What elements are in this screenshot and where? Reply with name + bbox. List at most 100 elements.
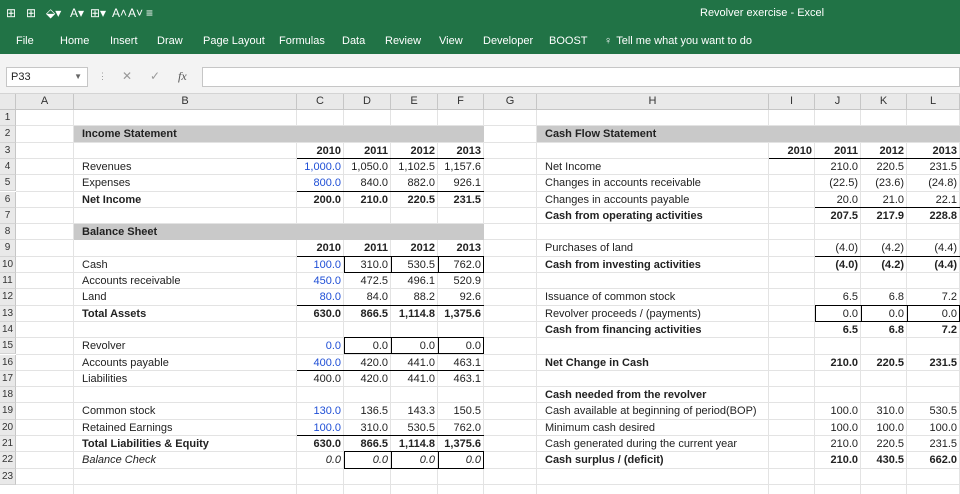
cell-D6[interactable]: 210.0 bbox=[344, 192, 391, 208]
cell-C19[interactable]: 130.0 bbox=[297, 403, 344, 419]
cell-F9[interactable]: 2013 bbox=[438, 240, 484, 256]
row-header-4[interactable]: 4 bbox=[0, 158, 16, 176]
cell-E19[interactable]: 143.3 bbox=[391, 403, 438, 419]
cell-J7[interactable]: 207.5 bbox=[815, 208, 861, 224]
column-header-L[interactable]: L bbox=[907, 94, 960, 110]
formula-input[interactable] bbox=[202, 67, 960, 87]
cell-L5[interactable]: (24.8) bbox=[907, 175, 960, 191]
cell-B17[interactable]: Liabilities bbox=[79, 371, 302, 387]
cell-C17[interactable]: 400.0 bbox=[297, 371, 344, 387]
cell-C4[interactable]: 1,000.0 bbox=[297, 159, 344, 175]
cell-B4[interactable]: Revenues bbox=[79, 159, 302, 175]
cell-L7[interactable]: 228.8 bbox=[907, 208, 960, 224]
cell-E20[interactable]: 530.5 bbox=[391, 420, 438, 436]
row-header-13[interactable]: 13 bbox=[0, 305, 16, 322]
cell-L4[interactable]: 231.5 bbox=[907, 159, 960, 175]
worksheet-grid[interactable]: A B C D E F G H I J K L 1 2 3 4 5 6 7 8 9 10 11 12 13 14 15 16 17 18 1… bbox=[0, 94, 960, 494]
column-header-E[interactable]: E bbox=[391, 94, 438, 110]
row-header-20[interactable]: 20 bbox=[0, 419, 16, 436]
cell-E4[interactable]: 1,102.5 bbox=[391, 159, 438, 175]
grid-icon[interactable]: ⊞ bbox=[26, 6, 36, 20]
cell-K22[interactable]: 430.5 bbox=[861, 452, 907, 468]
row-header-18[interactable]: 18 bbox=[0, 387, 16, 404]
cell-C21[interactable]: 630.0 bbox=[297, 436, 344, 452]
tab-formulas[interactable]: Formulas bbox=[279, 35, 325, 47]
cell-C16[interactable]: 400.0 bbox=[297, 355, 344, 371]
cell-B2[interactable]: Income Statement bbox=[79, 126, 302, 142]
cell-E6[interactable]: 220.5 bbox=[391, 192, 438, 208]
customize-icon[interactable]: ≡ bbox=[146, 6, 153, 20]
increase-font-icon[interactable]: A˄ bbox=[112, 6, 127, 20]
tab-review[interactable]: Review bbox=[385, 35, 421, 47]
cell-C10[interactable]: 100.0 bbox=[297, 257, 344, 273]
cell-K10[interactable]: (4.2) bbox=[861, 257, 907, 273]
tab-page-layout[interactable]: Page Layout bbox=[203, 35, 265, 47]
cell-L10[interactable]: (4.4) bbox=[907, 257, 960, 273]
tab-draw[interactable]: Draw bbox=[157, 35, 183, 47]
row-header-12[interactable]: 12 bbox=[0, 289, 16, 306]
cell-K19[interactable]: 310.0 bbox=[861, 403, 907, 419]
cell-E3[interactable]: 2012 bbox=[391, 143, 438, 159]
cell-K5[interactable]: (23.6) bbox=[861, 175, 907, 191]
save-icon[interactable]: ⊞ bbox=[6, 6, 16, 20]
column-header-F[interactable]: F bbox=[438, 94, 484, 110]
tell-me-search[interactable]: ♀ Tell me what you want to do bbox=[604, 35, 752, 47]
cell-K14[interactable]: 6.8 bbox=[861, 322, 907, 338]
cell-C5[interactable]: 800.0 bbox=[297, 175, 344, 191]
column-header-D[interactable]: D bbox=[344, 94, 391, 110]
font-color-icon[interactable]: A▾ bbox=[70, 6, 84, 20]
cell-B12[interactable]: Land bbox=[79, 289, 302, 305]
cell-L20[interactable]: 100.0 bbox=[907, 420, 960, 436]
cell-L12[interactable]: 7.2 bbox=[907, 289, 960, 305]
cell-J20[interactable]: 100.0 bbox=[815, 420, 861, 436]
cell-F19[interactable]: 150.5 bbox=[438, 403, 484, 419]
tab-developer[interactable]: Developer bbox=[483, 35, 533, 47]
cell-C13[interactable]: 630.0 bbox=[297, 306, 344, 322]
cell-D3[interactable]: 2011 bbox=[344, 143, 391, 159]
cell-D17[interactable]: 420.0 bbox=[344, 371, 391, 387]
row-header-16[interactable]: 16 bbox=[0, 354, 16, 371]
column-header-J[interactable]: J bbox=[815, 94, 861, 110]
cell-B5[interactable]: Expenses bbox=[79, 175, 302, 191]
chevron-down-icon[interactable]: ▼ bbox=[74, 68, 82, 86]
cell-E21[interactable]: 1,114.8 bbox=[391, 436, 438, 452]
cancel-icon[interactable]: ✕ bbox=[122, 69, 132, 83]
column-header-A[interactable]: A bbox=[16, 94, 74, 110]
cell-D9[interactable]: 2011 bbox=[344, 240, 391, 256]
cell-H9[interactable]: Purchases of land bbox=[542, 240, 774, 256]
cell-F21[interactable]: 1,375.6 bbox=[438, 436, 484, 452]
select-all-corner[interactable] bbox=[0, 94, 16, 110]
cell-B10[interactable]: Cash bbox=[79, 257, 302, 273]
row-header-17[interactable]: 17 bbox=[0, 370, 16, 388]
cell-K6[interactable]: 21.0 bbox=[861, 192, 907, 208]
cell-H5[interactable]: Changes in accounts receivable bbox=[542, 175, 774, 191]
cell-D20[interactable]: 310.0 bbox=[344, 420, 391, 436]
tab-view[interactable]: View bbox=[439, 35, 463, 47]
tab-insert[interactable]: Insert bbox=[110, 35, 138, 47]
cell-J3[interactable]: 2011 bbox=[815, 143, 861, 159]
cell-C15[interactable]: 0.0 bbox=[297, 338, 344, 354]
cell-F20[interactable]: 762.0 bbox=[438, 420, 484, 436]
row-header-10[interactable]: 10 bbox=[0, 256, 16, 273]
row-header-22[interactable]: 22 bbox=[0, 452, 16, 469]
cell-H16[interactable]: Net Change in Cash bbox=[542, 355, 774, 371]
cell-B19[interactable]: Common stock bbox=[79, 403, 302, 419]
row-header-14[interactable]: 14 bbox=[0, 321, 16, 339]
cell-H21[interactable]: Cash generated during the current year bbox=[542, 436, 774, 452]
cell-F5[interactable]: 926.1 bbox=[438, 175, 484, 191]
row-header-19[interactable]: 19 bbox=[0, 403, 16, 420]
decrease-font-icon[interactable]: A˅ bbox=[128, 6, 143, 20]
cell-H6[interactable]: Changes in accounts payable bbox=[542, 192, 774, 208]
cell-E5[interactable]: 882.0 bbox=[391, 175, 438, 191]
cell-F3[interactable]: 2013 bbox=[438, 143, 484, 159]
cell-H13[interactable]: Revolver proceeds / (payments) bbox=[542, 306, 774, 322]
cell-J6[interactable]: 20.0 bbox=[815, 192, 861, 208]
cell-F6[interactable]: 231.5 bbox=[438, 192, 484, 208]
cell-E9[interactable]: 2012 bbox=[391, 240, 438, 256]
tab-boost[interactable]: BOOST bbox=[549, 35, 588, 47]
borders-icon[interactable]: ⊞▾ bbox=[90, 6, 106, 20]
cell-E11[interactable]: 496.1 bbox=[391, 273, 438, 289]
cell-B6[interactable]: Net Income bbox=[79, 192, 302, 208]
enter-icon[interactable]: ✓ bbox=[150, 69, 160, 83]
cell-B16[interactable]: Accounts payable bbox=[79, 355, 302, 371]
